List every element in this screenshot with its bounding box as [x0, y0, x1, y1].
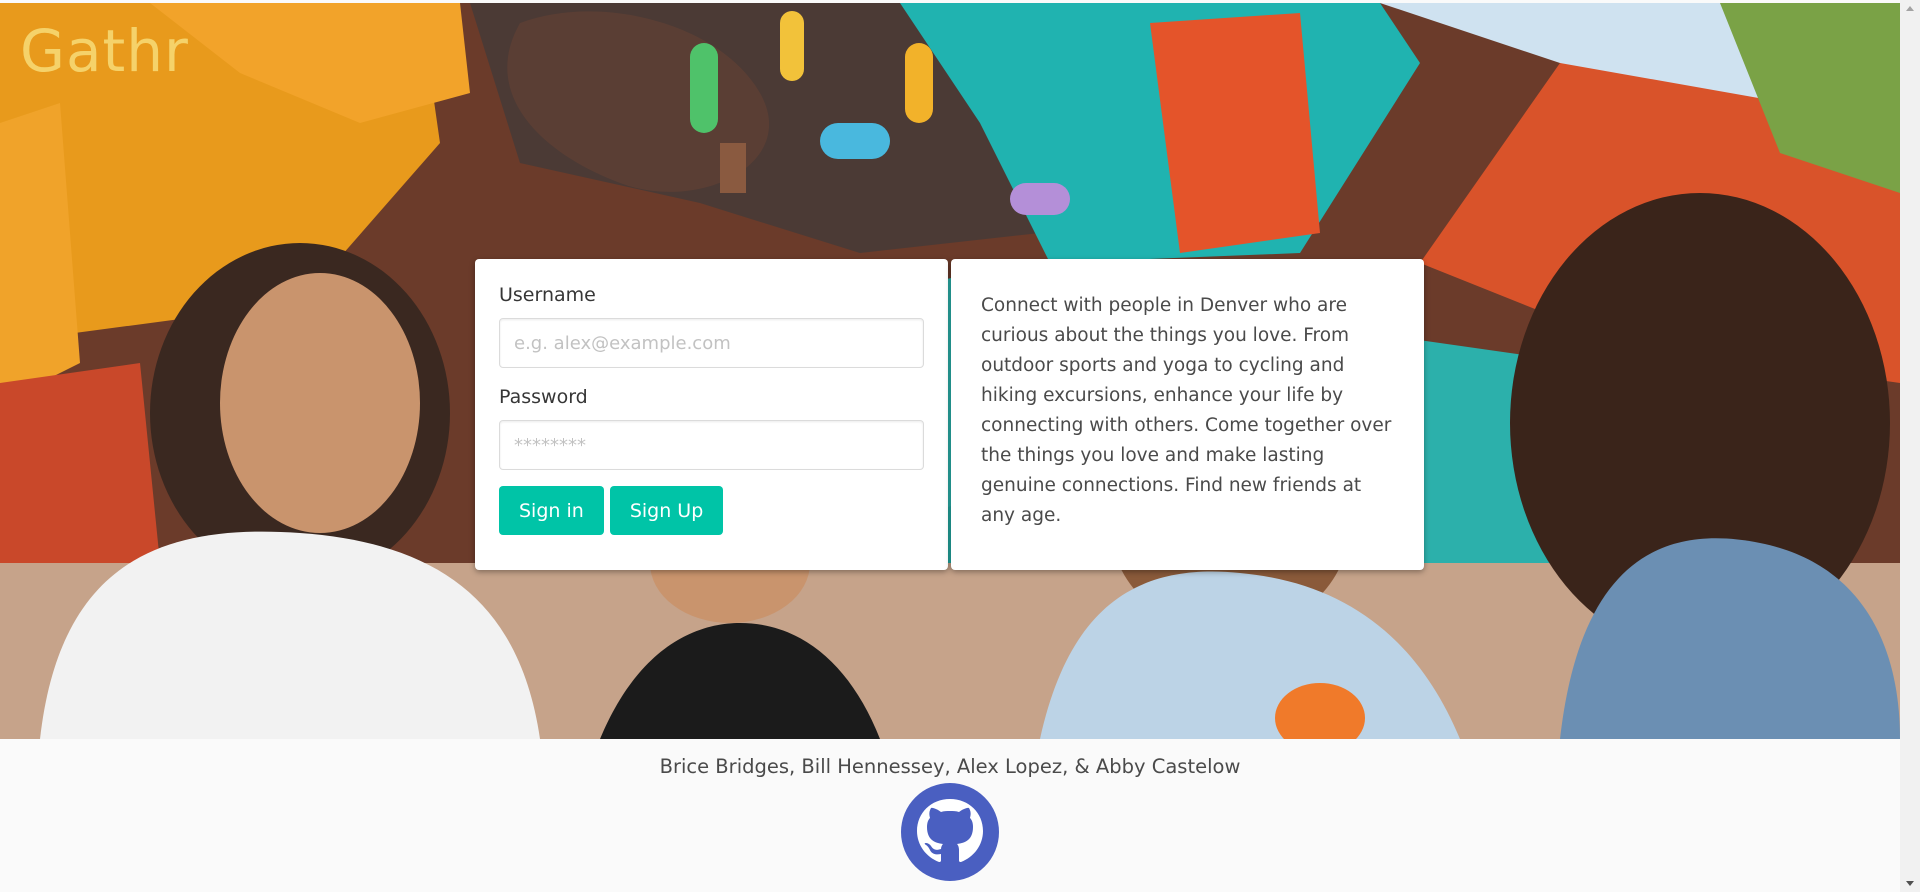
about-card: Connect with people in Denver who are cu…	[951, 259, 1424, 570]
username-label: Username	[499, 284, 596, 306]
hero-photo	[0, 3, 1900, 739]
sign-up-button[interactable]: Sign Up	[609, 486, 724, 535]
footer: Brice Bridges, Bill Hennessey, Alex Lope…	[0, 739, 1900, 892]
username-input[interactable]	[499, 318, 924, 368]
brand-logo[interactable]: Gathr	[20, 17, 189, 85]
authors-credit: Brice Bridges, Bill Hennessey, Alex Lope…	[659, 755, 1241, 778]
auth-buttons: Sign in Sign Up	[499, 486, 924, 535]
sign-in-button[interactable]: Sign in	[499, 486, 604, 535]
password-label: Password	[499, 386, 588, 408]
scroll-down-icon[interactable]	[1906, 881, 1914, 886]
page-scrollbar[interactable]	[1900, 0, 1920, 892]
about-text: Connect with people in Denver who are cu…	[981, 295, 1392, 526]
login-card: Username Password Sign in Sign Up	[475, 259, 948, 570]
password-input[interactable]	[499, 420, 924, 470]
hero-background: Gathr	[0, 3, 1900, 739]
github-icon[interactable]	[901, 783, 999, 881]
scroll-up-icon[interactable]	[1906, 6, 1914, 11]
